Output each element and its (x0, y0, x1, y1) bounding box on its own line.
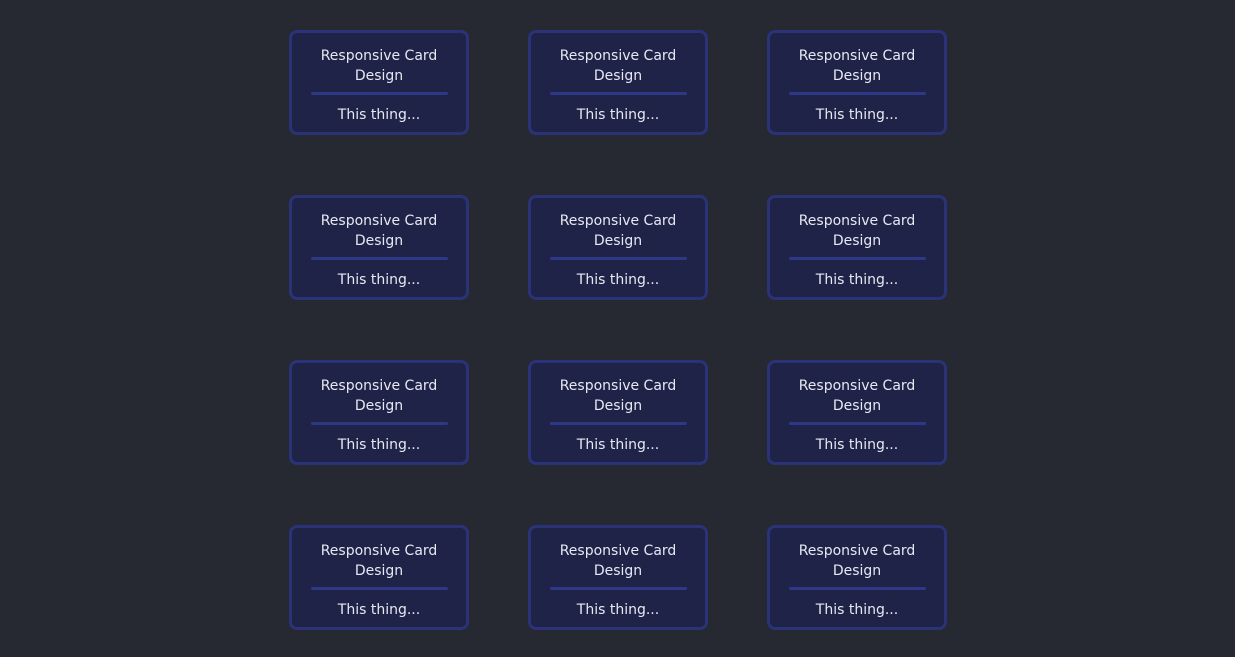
card: Responsive Card Design This thing... (528, 30, 708, 135)
card: Responsive Card Design This thing... (767, 30, 947, 135)
card-divider (788, 587, 926, 590)
card-text: This thing... (815, 437, 899, 453)
card: Responsive Card Design This thing... (289, 30, 469, 135)
card-divider (310, 587, 448, 590)
card-divider (310, 422, 448, 425)
card-text: This thing... (337, 437, 421, 453)
card: Responsive Card Design This thing... (767, 525, 947, 630)
card-title: Responsive Card Design (798, 48, 916, 84)
card-text: This thing... (337, 107, 421, 123)
card-text: This thing... (337, 602, 421, 618)
card-title: Responsive Card Design (559, 543, 677, 579)
card: Responsive Card Design This thing... (528, 195, 708, 300)
card-title: Responsive Card Design (320, 543, 438, 579)
card: Responsive Card Design This thing... (528, 525, 708, 630)
card-text: This thing... (576, 107, 660, 123)
card-title: Responsive Card Design (798, 378, 916, 414)
card-divider (788, 92, 926, 95)
card-divider (549, 422, 687, 425)
card: Responsive Card Design This thing... (289, 360, 469, 465)
card-divider (788, 257, 926, 260)
card-text: This thing... (815, 272, 899, 288)
card-divider (549, 92, 687, 95)
card-title: Responsive Card Design (559, 213, 677, 249)
card-text: This thing... (815, 602, 899, 618)
card: Responsive Card Design This thing... (289, 195, 469, 300)
card-title: Responsive Card Design (798, 213, 916, 249)
card-divider (549, 587, 687, 590)
card: Responsive Card Design This thing... (767, 360, 947, 465)
card-title: Responsive Card Design (320, 48, 438, 84)
card-grid: Responsive Card Design This thing... Res… (289, 30, 947, 630)
card-text: This thing... (576, 602, 660, 618)
card-text: This thing... (337, 272, 421, 288)
card-title: Responsive Card Design (559, 378, 677, 414)
card-title: Responsive Card Design (320, 378, 438, 414)
card: Responsive Card Design This thing... (767, 195, 947, 300)
card: Responsive Card Design This thing... (289, 525, 469, 630)
card-divider (310, 257, 448, 260)
card-title: Responsive Card Design (559, 48, 677, 84)
card-title: Responsive Card Design (320, 213, 438, 249)
card-text: This thing... (576, 272, 660, 288)
card-divider (310, 92, 448, 95)
card-text: This thing... (576, 437, 660, 453)
card-divider (788, 422, 926, 425)
card-text: This thing... (815, 107, 899, 123)
card: Responsive Card Design This thing... (528, 360, 708, 465)
card-title: Responsive Card Design (798, 543, 916, 579)
card-divider (549, 257, 687, 260)
